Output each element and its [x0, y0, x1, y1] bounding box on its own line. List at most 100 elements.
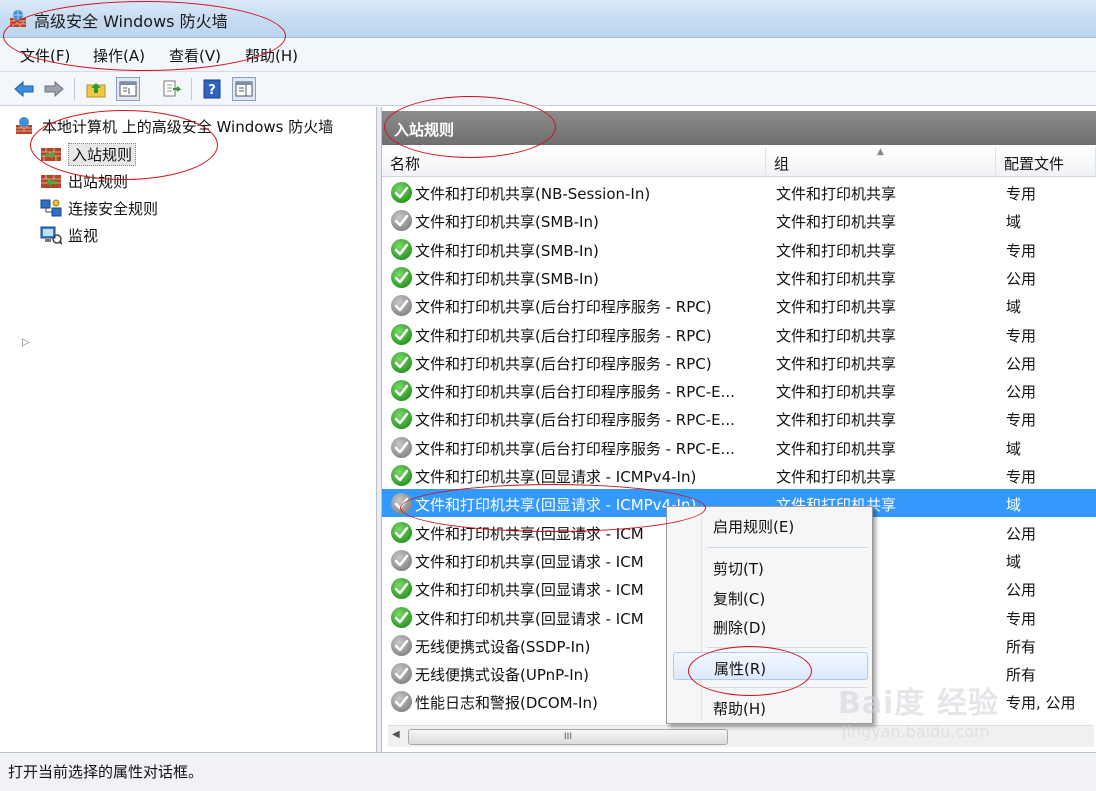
rule-profile: 专用: [1006, 411, 1037, 430]
back-icon[interactable]: [12, 77, 36, 101]
rule-group: 文件和打印机共享: [776, 411, 897, 430]
menu-help[interactable]: 帮助(H): [245, 45, 298, 66]
rule-group: 文件和打印机共享: [776, 241, 897, 260]
rule-enabled-icon: [391, 521, 412, 543]
tree-item-connection-security-rules[interactable]: 连接安全规则: [40, 196, 158, 220]
rule-profile: 域: [1006, 298, 1022, 317]
watermark-logo: Bai度 经验: [838, 686, 999, 721]
table-row[interactable]: 文件和打印机共享(后台打印程序服务 - RPC-E... 文件和打印机共享 域: [382, 433, 1096, 461]
rule-name: 文件和打印机共享(后台打印程序服务 - RPC): [415, 354, 712, 373]
rule-profile: 域: [1006, 213, 1022, 232]
rule-profile: 专用: [1006, 185, 1037, 203]
menu-file[interactable]: 文件(F): [20, 45, 70, 66]
up-folder-icon[interactable]: [84, 77, 108, 101]
rule-name: 文件和打印机共享(后台打印程序服务 - RPC): [415, 326, 712, 345]
menu-item-enable-rule[interactable]: 启用规则(E): [673, 511, 868, 539]
help-icon[interactable]: ?: [200, 77, 224, 101]
table-row[interactable]: 文件和打印机共享(NB-Session-In) 文件和打印机共享 专用: [382, 178, 1096, 206]
export-icon[interactable]: [160, 77, 184, 101]
tree-item-monitoring[interactable]: 监视: [40, 223, 98, 247]
rule-enabled-icon: [391, 238, 412, 260]
rule-name: 文件和打印机共享(SMB-In): [415, 213, 599, 232]
expand-arrow-icon[interactable]: ▷: [22, 337, 30, 348]
toolbar-separator: [191, 78, 192, 100]
watermark: Bai度 经验 jingyan.baidu.com: [838, 672, 1048, 752]
rule-disabled-icon: [391, 634, 412, 656]
pane-title: 入站规则: [382, 111, 1096, 145]
rule-enabled-icon: [391, 266, 412, 288]
tree-item-label: 监视: [68, 226, 99, 245]
rule-profile: 域: [1006, 496, 1022, 515]
rule-enabled-icon: [391, 182, 412, 203]
table-row[interactable]: 文件和打印机共享(后台打印程序服务 - RPC) 文件和打印机共享 公用: [382, 348, 1096, 376]
table-row[interactable]: 文件和打印机共享(SMB-In) 文件和打印机共享 公用: [382, 263, 1096, 291]
rule-enabled-icon: [391, 408, 412, 430]
rule-group: 文件和打印机共享: [776, 383, 897, 402]
menu-view[interactable]: 查看(V): [169, 45, 221, 66]
rule-profile: 专用: [1006, 468, 1037, 486]
column-header-profile[interactable]: 配置文件: [996, 147, 1096, 177]
rule-group: 文件和打印机共享: [776, 298, 897, 317]
rule-name: 文件和打印机共享(后台打印程序服务 - RPC-E...: [415, 411, 735, 430]
rule-profile: 专用: [1006, 241, 1037, 260]
rule-disabled-icon: [391, 691, 412, 713]
table-row[interactable]: 文件和打印机共享(后台打印程序服务 - RPC-E... 文件和打印机共享 公用: [382, 376, 1096, 404]
title-bar: 高级安全 Windows 防火墙: [0, 0, 1096, 38]
table-row[interactable]: 文件和打印机共享(回显请求 - ICMPv4-In) 文件和打印机共享 专用: [382, 461, 1096, 489]
rule-profile: 公用: [1006, 354, 1037, 373]
rule-group: 文件和打印机共享: [776, 326, 897, 345]
table-row[interactable]: 文件和打印机共享(后台打印程序服务 - RPC) 文件和打印机共享 专用: [382, 320, 1096, 348]
tree-item-label: 入站规则: [68, 142, 137, 166]
window-title: 高级安全 Windows 防火墙: [34, 12, 228, 31]
rule-profile: 专用: [1006, 326, 1037, 345]
rule-name: 文件和打印机共享(后台打印程序服务 - RPC): [415, 298, 712, 317]
sort-ascending-icon: ▲: [877, 147, 884, 157]
table-row[interactable]: 文件和打印机共享(SMB-In) 文件和打印机共享 域: [382, 206, 1096, 234]
rule-disabled-icon: [391, 210, 412, 232]
tree-item-outbound-rules[interactable]: 出站规则: [40, 169, 128, 193]
rule-group: 文件和打印机共享: [776, 269, 897, 288]
connection-security-icon: [40, 199, 62, 217]
outbound-rules-icon: [41, 175, 61, 188]
status-text: 打开当前选择的属性对话框。: [8, 763, 204, 781]
table-row[interactable]: 文件和打印机共享(后台打印程序服务 - RPC-E... 文件和打印机共享 专用: [382, 404, 1096, 432]
rule-group: 文件和打印机共享: [776, 354, 897, 373]
menu-item-cut[interactable]: 剪切(T): [673, 553, 868, 581]
rule-enabled-icon: [391, 380, 412, 402]
show-hide-tree-icon[interactable]: [116, 77, 140, 101]
rule-name: 文件和打印机共享(SMB-In): [415, 241, 599, 260]
monitoring-icon: [40, 226, 62, 245]
scroll-left-arrow-icon[interactable]: ◀: [392, 729, 400, 740]
table-row[interactable]: 文件和打印机共享(SMB-In) 文件和打印机共享 专用: [382, 235, 1096, 263]
rule-enabled-icon: [391, 465, 412, 486]
rule-disabled-icon: [391, 663, 412, 685]
rule-group: 文件和打印机共享: [776, 185, 897, 203]
menu-item-copy[interactable]: 复制(C): [673, 583, 868, 611]
menu-action[interactable]: 操作(A): [93, 45, 145, 66]
toolbar-separator: [74, 78, 75, 100]
tree-item-label: 出站规则: [68, 172, 129, 191]
forward-icon[interactable]: [42, 77, 66, 101]
rule-disabled-icon: [391, 436, 412, 458]
tree-root[interactable]: 本地计算机 上的高级安全 Windows 防火墙: [14, 114, 333, 138]
table-row[interactable]: 文件和打印机共享(后台打印程序服务 - RPC) 文件和打印机共享 域: [382, 291, 1096, 319]
rule-group: 文件和打印机共享: [776, 439, 897, 458]
watermark-url: jingyan.baidu.com: [842, 722, 990, 741]
rule-disabled-icon: [391, 549, 412, 571]
rule-name: 文件和打印机共享(后台打印程序服务 - RPC-E...: [415, 383, 735, 402]
rule-name: 文件和打印机共享(后台打印程序服务 - RPC-E...: [415, 439, 735, 458]
rule-group: 文件和打印机共享: [776, 213, 897, 232]
rule-name: 文件和打印机共享(SMB-In): [415, 269, 599, 288]
rule-enabled-icon: [391, 578, 412, 600]
action-pane-icon[interactable]: [232, 77, 256, 101]
firewall-icon: [16, 117, 32, 134]
tree-item-inbound-rules[interactable]: 入站规则: [40, 142, 137, 166]
menu-bar: 文件(F) 操作(A) 查看(V) 帮助(H): [0, 38, 1096, 72]
rule-name: 文件和打印机共享(NB-Session-In): [415, 185, 651, 203]
scrollbar-thumb[interactable]: III: [408, 729, 728, 745]
rule-enabled-icon: [391, 323, 412, 345]
rule-profile: 所有: [1006, 637, 1037, 656]
rule-enabled-icon: [391, 351, 412, 373]
column-header-name[interactable]: 名称: [382, 147, 766, 177]
menu-item-delete[interactable]: 删除(D): [673, 612, 868, 640]
